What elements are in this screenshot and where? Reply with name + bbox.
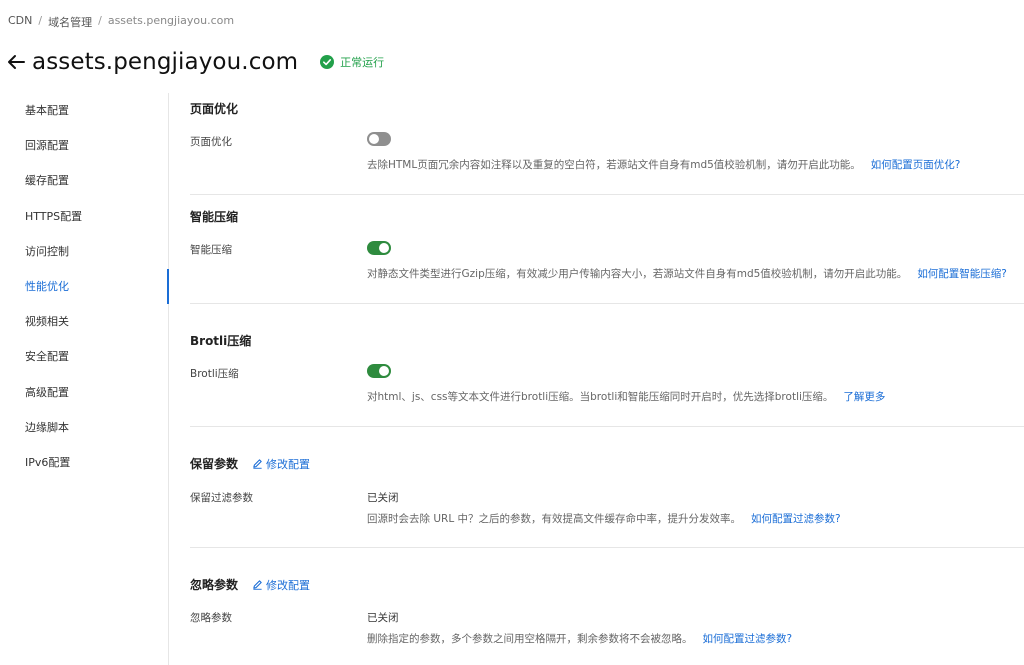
toggle-knob <box>379 243 389 253</box>
help-link-page-optimization[interactable]: 如何配置页面优化? <box>871 159 961 171</box>
help-link-filter-params[interactable]: 如何配置过滤参数? <box>703 633 793 645</box>
row-value: 已关闭 <box>367 612 399 624</box>
description-text: 回源时会去除 URL 中？之后的参数，有效提高文件缓存命中率，提升分发效率。 <box>367 513 742 525</box>
row-label: 忽略参数 <box>190 612 232 624</box>
sidebar-item-basic[interactable]: 基本配置 <box>0 93 168 128</box>
sidebar-item-label: 基本配置 <box>25 104 69 117</box>
section-description: 对html、js、css等文本文件进行brotli压缩。当brotli和智能压缩… <box>367 389 885 404</box>
help-link-filter-params[interactable]: 如何配置过滤参数? <box>751 513 841 525</box>
section-title: 页面优化 <box>190 102 239 116</box>
sidebar-item-label: 安全配置 <box>25 350 69 364</box>
section-title-text: 保留参数 <box>190 457 239 471</box>
sidebar-item-https[interactable]: HTTPS配置 <box>0 199 168 234</box>
section-description: 去除HTML页面冗余内容如注释以及重复的空白符，若源站文件自身有md5值校验机制… <box>367 157 960 172</box>
breadcrumb: CDN / 域名管理 / assets.pengjiayou.com <box>8 14 234 30</box>
breadcrumb-current: assets.pengjiayou.com <box>107 14 235 27</box>
row-label: Brotli压缩 <box>190 368 239 380</box>
edit-icon <box>253 580 262 590</box>
section-title: Brotli压缩 <box>190 334 252 348</box>
sidebar-item-performance[interactable]: 性能优化 <box>0 268 169 305</box>
sidebar-item-label: 回源配置 <box>25 139 69 153</box>
section-title: 忽略参数 修改配置 <box>190 576 310 593</box>
divider <box>190 194 1024 195</box>
sidebar: 基本配置 回源配置 缓存配置 HTTPS配置 访问控制 性能优化 视频相关 安全… <box>0 93 169 665</box>
sidebar-item-edge-script[interactable]: 边缘脚本 <box>0 410 168 445</box>
row-label: 智能压缩 <box>190 244 232 256</box>
toggle-knob <box>369 134 379 144</box>
section-title-text: 忽略参数 <box>190 578 239 592</box>
sidebar-item-advanced[interactable]: 高级配置 <box>0 375 168 410</box>
divider <box>190 547 1024 548</box>
section-description: 对静态文件类型进行Gzip压缩，有效减少用户传输内容大小，若源站文件自身有md5… <box>367 266 1007 281</box>
sidebar-item-label: IPv6配置 <box>25 455 71 469</box>
edit-icon <box>253 459 262 469</box>
breadcrumb-cdn[interactable]: CDN <box>8 14 32 30</box>
sidebar-item-ipv6[interactable]: IPv6配置 <box>0 445 168 480</box>
brotli-toggle[interactable] <box>367 364 391 378</box>
row-value: 已关闭 <box>367 492 399 504</box>
learn-more-link[interactable]: 了解更多 <box>843 391 885 403</box>
page-title: assets.pengjiayou.com <box>32 49 299 75</box>
section-description: 删除指定的参数，多个参数之间用空格隔开，剩余参数将不会被忽略。 如何配置过滤参数? <box>367 631 792 646</box>
edit-config-label: 修改配置 <box>266 457 311 471</box>
row-label: 保留过滤参数 <box>190 492 253 504</box>
title-row: assets.pengjiayou.com 正常运行 <box>6 44 384 80</box>
sidebar-item-label: 边缘脚本 <box>25 420 69 434</box>
sidebar-item-label: HTTPS配置 <box>25 209 83 223</box>
sidebar-item-security[interactable]: 安全配置 <box>0 339 168 374</box>
description-text: 对静态文件类型进行Gzip压缩，有效减少用户传输内容大小，若源站文件自身有md5… <box>367 268 908 280</box>
description-text: 删除指定的参数，多个参数之间用空格隔开，剩余参数将不会被忽略。 <box>367 633 693 645</box>
check-circle-icon <box>320 55 335 69</box>
toggle-knob <box>379 366 389 376</box>
breadcrumb-separator: / <box>38 14 43 27</box>
breadcrumb-domain-management[interactable]: 域名管理 <box>48 14 92 30</box>
status-badge: 正常运行 <box>320 54 384 70</box>
sidebar-item-access-control[interactable]: 访问控制 <box>0 234 168 269</box>
smart-compression-toggle[interactable] <box>367 241 391 255</box>
sidebar-item-label: 高级配置 <box>25 385 69 399</box>
edit-config-label: 修改配置 <box>266 578 311 592</box>
breadcrumb-separator: / <box>98 14 102 27</box>
row-label: 页面优化 <box>190 136 232 148</box>
page-optimization-toggle[interactable] <box>367 132 391 146</box>
sidebar-item-origin[interactable]: 回源配置 <box>0 128 168 163</box>
sidebar-item-video[interactable]: 视频相关 <box>0 304 168 339</box>
back-arrow-icon[interactable] <box>6 52 26 72</box>
edit-config-button[interactable]: 修改配置 <box>252 577 310 593</box>
help-link-smart-compression[interactable]: 如何配置智能压缩? <box>917 268 1007 280</box>
edit-config-button[interactable]: 修改配置 <box>252 456 310 472</box>
sidebar-item-cache[interactable]: 缓存配置 <box>0 163 168 198</box>
section-description: 回源时会去除 URL 中？之后的参数，有效提高文件缓存命中率，提升分发效率。 如何… <box>367 511 841 526</box>
sidebar-item-label: 性能优化 <box>25 279 69 293</box>
description-text: 去除HTML页面冗余内容如注释以及重复的空白符，若源站文件自身有md5值校验机制… <box>367 159 861 171</box>
sidebar-item-label: 视频相关 <box>25 315 69 329</box>
section-title: 保留参数 修改配置 <box>190 455 310 472</box>
status-label: 正常运行 <box>340 56 385 69</box>
sidebar-item-label: 缓存配置 <box>25 174 69 188</box>
section-title: 智能压缩 <box>190 210 239 224</box>
sidebar-item-label: 访问控制 <box>25 244 69 258</box>
divider <box>190 303 1024 304</box>
divider <box>190 426 1024 427</box>
description-text: 对html、js、css等文本文件进行brotli压缩。当brotli和智能压缩… <box>367 391 834 403</box>
